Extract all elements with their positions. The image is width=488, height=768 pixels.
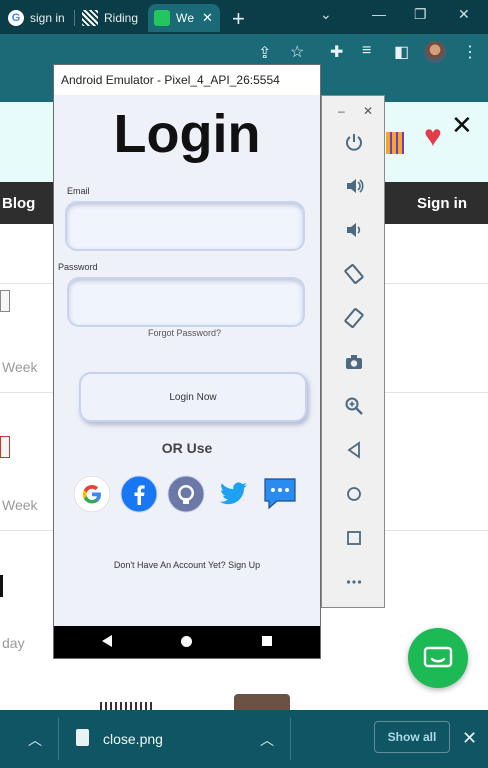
login-button[interactable]: Login Now [79, 372, 307, 422]
tab-divider [74, 10, 75, 26]
android-back-icon[interactable] [102, 635, 112, 647]
tab-active[interactable]: Wе ✕ [148, 4, 220, 32]
day-label: day [2, 635, 25, 651]
minimize-icon[interactable]: — [372, 6, 386, 22]
list-thumbnail [0, 575, 3, 597]
or-use-label: OR Use [161, 440, 213, 456]
emulator-side-panel: – ✕ [321, 95, 385, 608]
home-icon[interactable] [342, 482, 366, 506]
banner-close-icon[interactable]: ✕ [451, 110, 473, 141]
password-label: Password [58, 262, 98, 272]
rotate-left-icon[interactable] [342, 262, 366, 286]
list-thumbnail [0, 290, 10, 312]
facebook-icon[interactable] [120, 475, 158, 513]
file-icon [76, 729, 89, 746]
list-thumbnail [0, 436, 10, 458]
chevron-up-icon[interactable]: ︿ [28, 730, 42, 750]
download-file-name[interactable]: close.png [103, 731, 163, 747]
app-favicon-icon [154, 10, 170, 26]
more-icon[interactable] [342, 570, 366, 594]
android-home-icon[interactable] [181, 636, 192, 647]
android-recents-icon[interactable] [262, 636, 272, 646]
nav-link-sign-in[interactable]: Sign in [417, 195, 467, 212]
tab-label: Wе [176, 11, 194, 25]
zoom-icon[interactable] [342, 394, 366, 418]
back-icon[interactable] [342, 438, 366, 462]
tab-search-icon[interactable]: ⌄ [320, 6, 332, 23]
bookmark-star-icon[interactable]: ☆ [290, 42, 304, 62]
signup-link[interactable]: Don't Have An Account Yet? Sign Up [54, 560, 320, 570]
tab-close-icon[interactable]: ✕ [202, 10, 213, 26]
media-queue-icon[interactable]: ≡ [362, 42, 371, 60]
week-label: Week [2, 359, 38, 375]
tab-sign-in[interactable]: G sign in [8, 4, 70, 32]
google-favicon-icon: G [8, 10, 24, 26]
heart-icon[interactable]: ♥ [424, 122, 442, 152]
forgot-password-link[interactable]: Forgot Password? [148, 328, 221, 338]
side-panel-icon[interactable]: ◧ [394, 42, 409, 62]
camera-icon[interactable] [342, 350, 366, 374]
volume-up-icon[interactable] [342, 174, 366, 198]
page-image-partial [100, 702, 152, 710]
email-label: Email [67, 186, 90, 196]
android-emulator-window: Android Emulator - Pixel_4_API_26:5554 L… [53, 64, 321, 659]
bars-icon [386, 132, 404, 154]
rotate-right-icon[interactable] [342, 306, 366, 330]
download-menu-chevron-icon[interactable]: ︿ [260, 730, 274, 750]
android-nav-bar [54, 626, 320, 658]
extensions-icon[interactable]: ✚ [330, 42, 343, 62]
power-icon[interactable] [342, 130, 366, 154]
login-heading: Login [113, 104, 261, 164]
download-divider [290, 718, 291, 760]
chat-icon[interactable] [261, 475, 299, 513]
tab-riding[interactable]: Riding [82, 4, 144, 32]
overview-icon[interactable] [342, 526, 366, 550]
page-image-partial [234, 694, 290, 710]
share-icon[interactable]: ⇪ [258, 43, 271, 63]
chat-bubble-icon [423, 646, 453, 668]
github-icon[interactable] [167, 475, 205, 513]
password-field[interactable] [67, 277, 305, 327]
email-field[interactable] [65, 201, 305, 251]
volume-down-icon[interactable] [342, 218, 366, 242]
panel-close-icon[interactable]: ✕ [363, 104, 373, 118]
twitter-icon[interactable] [214, 475, 252, 513]
new-tab-button[interactable]: + [232, 6, 245, 32]
emulator-title: Android Emulator - Pixel_4_API_26:5554 [54, 65, 320, 95]
show-all-button[interactable]: Show all [374, 721, 450, 753]
google-icon[interactable] [73, 475, 111, 513]
tab-label: sign in [30, 11, 65, 25]
menu-icon[interactable]: ⋮ [462, 42, 478, 62]
profile-avatar[interactable] [424, 41, 446, 63]
chat-bubble-button[interactable] [408, 628, 468, 688]
download-divider [58, 718, 59, 760]
nav-link-blog[interactable]: Blog [2, 195, 35, 212]
window-close-icon[interactable]: ✕ [458, 6, 470, 23]
tab-label: Riding [104, 11, 139, 25]
restore-icon[interactable]: ❐ [414, 6, 427, 23]
stripes-favicon-icon [82, 10, 98, 26]
download-bar-close-icon[interactable]: ✕ [462, 728, 477, 749]
week-label: Week [2, 497, 38, 513]
panel-minimize-icon[interactable]: – [338, 104, 345, 118]
